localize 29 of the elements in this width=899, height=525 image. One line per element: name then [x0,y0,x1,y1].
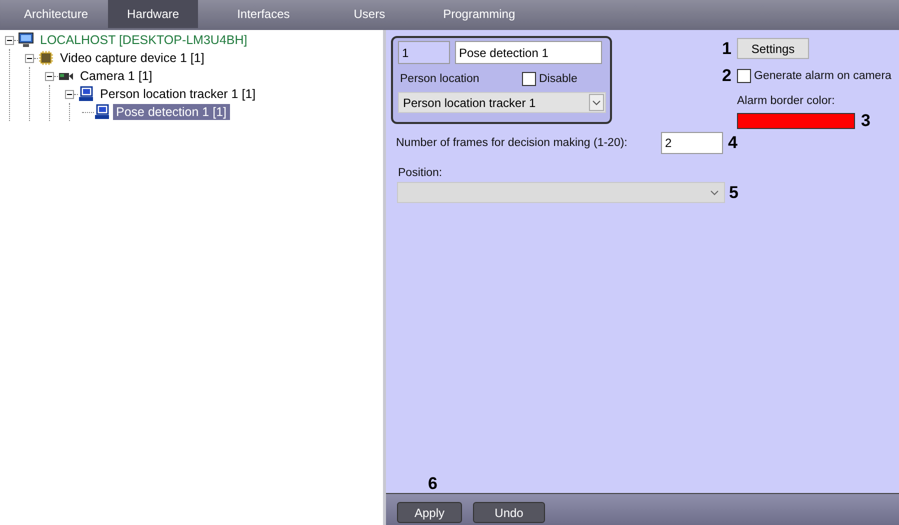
callout-number: 4 [728,134,738,152]
tab[interactable]: Programming [424,0,534,28]
callout-number: 1 [722,40,732,58]
id-field[interactable]: 1 [398,41,450,64]
field-label: Person location [400,73,480,85]
footer-button[interactable]: Apply [397,502,462,523]
tab[interactable]: Users [334,0,404,28]
tab[interactable]: Hardware [108,0,198,28]
tab[interactable]: Architecture [4,0,106,28]
field-label: Position: [398,167,442,179]
tree-item[interactable]: Pose detection 1 [1] [113,104,230,120]
input-field[interactable]: 2 [661,132,723,154]
tree-item[interactable]: Camera 1 [1] [77,68,156,84]
name-field[interactable]: Pose detection 1 [455,41,602,64]
callout-number: 3 [861,112,872,130]
dropdown[interactable]: Person location tracker 1 [398,92,606,113]
checkbox-label: Generate alarm on camera [754,70,892,82]
settings-button[interactable]: Settings [737,38,809,59]
tree-item[interactable]: LOCALHOST [DESKTOP-LM3U4BH] [37,32,250,48]
tree-item[interactable]: Video capture device 1 [1] [57,50,208,66]
field-label: Number of frames for decision making (1-20): [396,137,628,149]
checkbox-label: Disable [539,73,578,85]
field-label: Alarm border color: [737,95,836,107]
callout-number: 2 [722,67,732,85]
callout-number: 5 [729,184,740,202]
callout-number: 6 [428,475,438,493]
tree-item[interactable]: Person location tracker 1 [1] [97,86,259,102]
tab[interactable]: Interfaces [218,0,309,28]
footer-button[interactable]: Undo [473,502,545,523]
